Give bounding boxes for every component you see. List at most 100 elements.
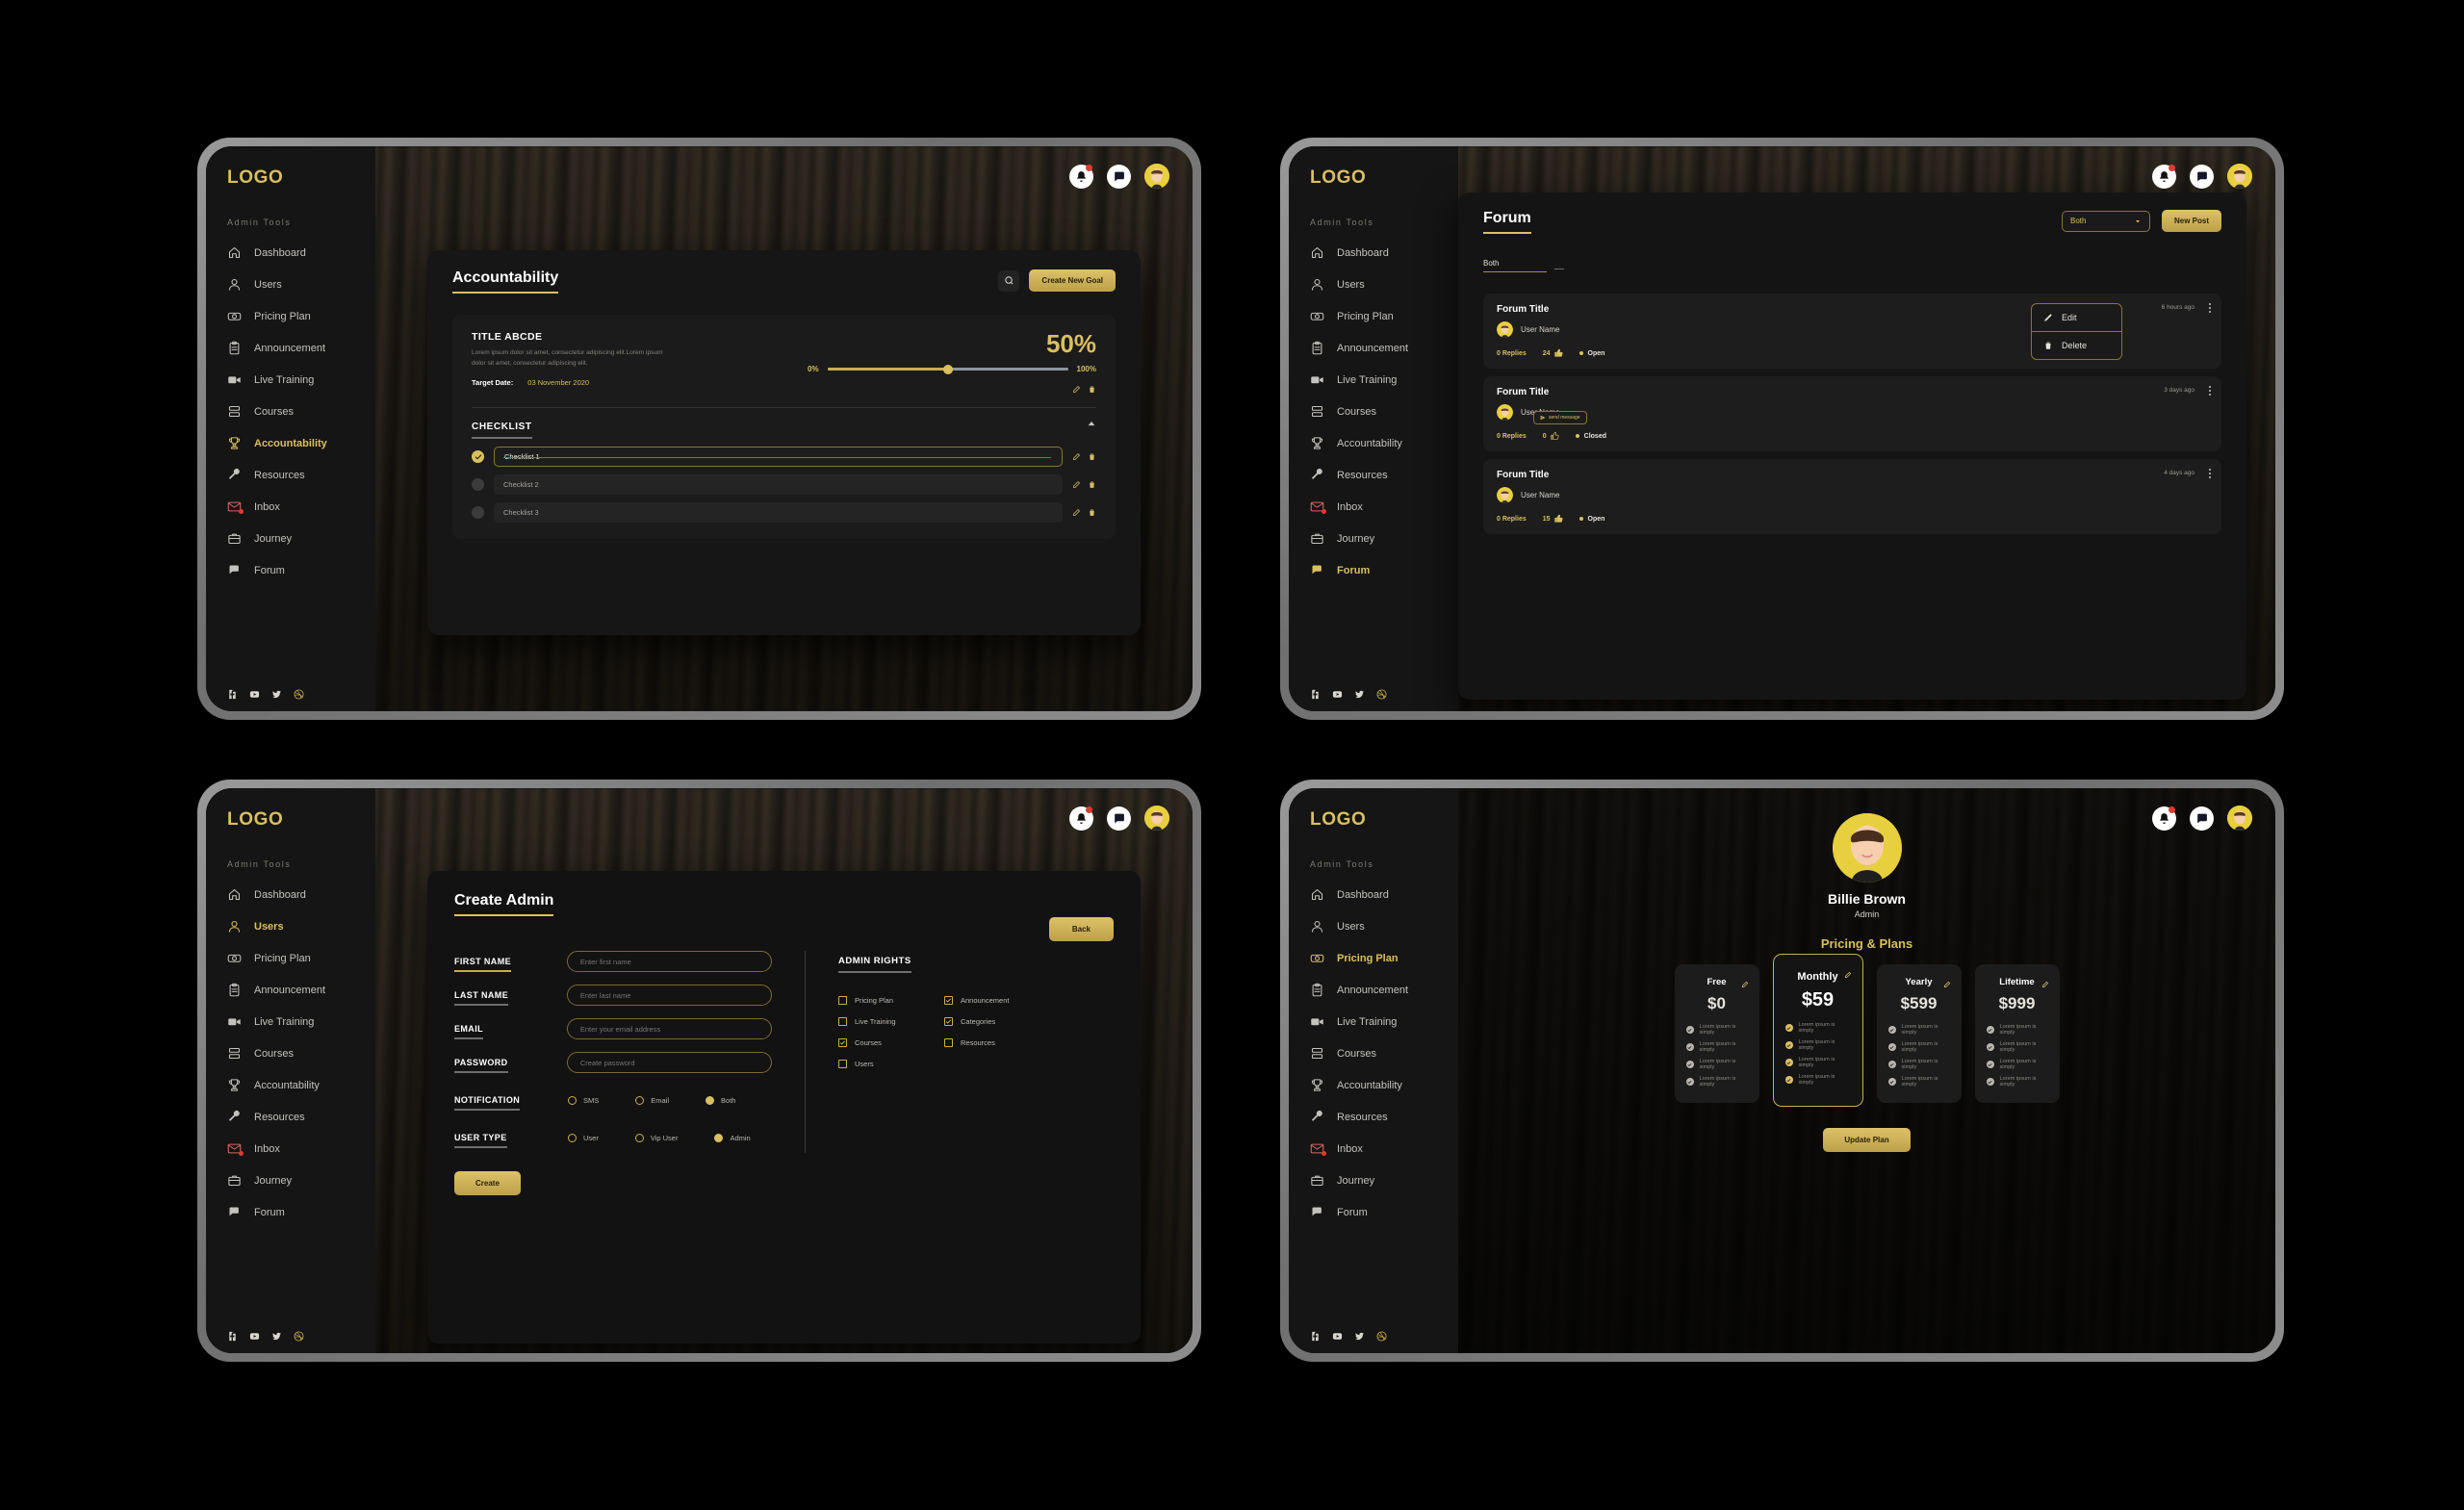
dribbble-icon[interactable] — [1376, 1331, 1387, 1342]
message-icon[interactable] — [1107, 164, 1131, 189]
edit-icon[interactable] — [1741, 976, 1749, 993]
sidebar-item-dashboard[interactable]: Dashboard — [1289, 882, 1458, 908]
profile-avatar[interactable] — [1832, 813, 1902, 883]
sidebar-item-forum[interactable]: Forum — [206, 557, 375, 583]
twitter-icon[interactable] — [271, 1331, 282, 1342]
bell-icon[interactable] — [2152, 806, 2176, 831]
create-button[interactable]: Create — [454, 1171, 521, 1195]
sidebar-item-live-training[interactable]: Live Training — [1289, 1009, 1458, 1035]
password-input[interactable] — [566, 1052, 772, 1073]
progress-slider[interactable]: 0% 100% — [808, 364, 1096, 374]
post-likes[interactable]: 24 — [1543, 348, 1563, 358]
pricing-card-monthly[interactable]: Monthly $59 Lorem ipsum is simply Lorem ips… — [1772, 954, 1863, 1107]
radio-email[interactable]: Email — [635, 1096, 669, 1105]
edit-icon[interactable] — [2041, 976, 2049, 993]
post-menu-button[interactable] — [2209, 386, 2211, 396]
sidebar-item-inbox[interactable]: Inbox — [1289, 1136, 1458, 1162]
sidebar-item-forum[interactable]: Forum — [1289, 1199, 1458, 1225]
edit-icon[interactable] — [1072, 452, 1081, 461]
checklist-input[interactable] — [494, 474, 1063, 495]
checkbox-users[interactable]: Users — [838, 1060, 944, 1068]
pricing-card-yearly[interactable]: Yearly $599 Lorem ipsum is simply Lorem ips… — [1876, 964, 1962, 1103]
sidebar-item-announcement[interactable]: Announcement — [206, 977, 375, 1003]
facebook-icon[interactable] — [1310, 1331, 1321, 1342]
forum-filter-chip[interactable]: Both — [1483, 259, 1547, 272]
forum-post[interactable]: Forum Title 3 days ago send messageUser Na… — [1483, 376, 2221, 451]
sidebar-item-accountability[interactable]: Accountability — [206, 1072, 375, 1098]
sidebar-item-users[interactable]: Users — [1289, 271, 1458, 297]
bell-icon[interactable] — [1069, 806, 1093, 831]
pricing-card-free[interactable]: Free $0 Lorem ipsum is simply Lorem ipsum i… — [1674, 964, 1759, 1103]
checkbox-courses[interactable]: Courses — [838, 1038, 944, 1047]
new-post-button[interactable]: New Post — [2161, 210, 2221, 232]
sidebar-item-users[interactable]: Users — [1289, 913, 1458, 939]
sidebar-item-dashboard[interactable]: Dashboard — [206, 240, 375, 266]
sidebar-item-pricing-plan[interactable]: Pricing Plan — [206, 303, 375, 329]
sidebar-item-resources[interactable]: Resources — [1289, 462, 1458, 488]
youtube-icon[interactable] — [1332, 689, 1343, 700]
edit-icon[interactable] — [1943, 976, 1951, 993]
sidebar-item-pricing-plan[interactable]: Pricing Plan — [1289, 303, 1458, 329]
sidebar-item-journey[interactable]: Journey — [1289, 525, 1458, 551]
sidebar-item-announcement[interactable]: Announcement — [1289, 335, 1458, 361]
sidebar-item-courses[interactable]: Courses — [206, 398, 375, 424]
checklist-input[interactable] — [494, 502, 1063, 523]
delete-icon[interactable] — [1088, 452, 1096, 461]
sidebar-item-live-training[interactable]: Live Training — [206, 367, 375, 393]
post-likes[interactable]: 0 — [1543, 431, 1559, 441]
facebook-icon[interactable] — [1310, 689, 1321, 700]
message-icon[interactable] — [2190, 164, 2214, 189]
sidebar-item-users[interactable]: Users — [206, 913, 375, 939]
logo[interactable]: LOGO — [206, 809, 375, 831]
logo[interactable]: LOGO — [1289, 809, 1458, 831]
sidebar-item-resources[interactable]: Resources — [1289, 1104, 1458, 1130]
sidebar-item-announcement[interactable]: Announcement — [1289, 977, 1458, 1003]
radio-sms[interactable]: SMS — [568, 1096, 599, 1105]
slider-track[interactable] — [827, 364, 1068, 374]
sidebar-item-inbox[interactable]: Inbox — [1289, 494, 1458, 520]
create-new-goal-button[interactable]: Create New Goal — [1029, 269, 1116, 292]
sidebar-item-courses[interactable]: Courses — [206, 1040, 375, 1066]
post-menu-button[interactable] — [2209, 303, 2211, 313]
facebook-icon[interactable] — [227, 1331, 238, 1342]
sidebar-item-inbox[interactable]: Inbox — [206, 494, 375, 520]
edit-icon[interactable] — [1072, 480, 1081, 489]
twitter-icon[interactable] — [1354, 1331, 1365, 1342]
checklist-input[interactable] — [494, 447, 1063, 467]
sidebar-item-journey[interactable]: Journey — [206, 525, 375, 551]
menu-item-edit[interactable]: Edit — [2032, 304, 2121, 332]
radio-vip-user[interactable]: Vip User — [634, 1134, 678, 1142]
menu-item-delete[interactable]: Delete — [2032, 332, 2121, 359]
edit-icon[interactable] — [1072, 385, 1081, 394]
dribbble-icon[interactable] — [1376, 689, 1387, 700]
radio-admin[interactable]: Admin — [714, 1134, 751, 1142]
update-plan-button[interactable]: Update Plan — [1823, 1128, 1911, 1152]
checklist-toggle[interactable] — [472, 450, 484, 463]
sidebar-item-users[interactable]: Users — [206, 271, 375, 297]
search-icon[interactable] — [998, 269, 1020, 292]
dribbble-icon[interactable] — [294, 689, 304, 700]
sidebar-item-dashboard[interactable]: Dashboard — [1289, 240, 1458, 266]
checklist-toggle[interactable] — [472, 506, 484, 519]
delete-icon[interactable] — [1088, 508, 1096, 517]
youtube-icon[interactable] — [249, 1331, 260, 1342]
avatar[interactable] — [2227, 164, 2252, 189]
sidebar-item-accountability[interactable]: Accountability — [1289, 1072, 1458, 1098]
last-name-input[interactable] — [566, 985, 772, 1006]
checkbox-live-training[interactable]: Live Training — [838, 1017, 944, 1026]
bell-icon[interactable] — [1069, 164, 1093, 189]
forum-filter-select[interactable]: Both — [2061, 210, 2150, 232]
pricing-card-lifetime[interactable]: Lifetime $999 Lorem ipsum is simply Lorem i… — [1974, 964, 2060, 1103]
sidebar-item-inbox[interactable]: Inbox — [206, 1136, 375, 1162]
dribbble-icon[interactable] — [294, 1331, 304, 1342]
facebook-icon[interactable] — [227, 689, 238, 700]
sidebar-item-resources[interactable]: Resources — [206, 462, 375, 488]
avatar[interactable] — [1144, 806, 1169, 831]
slider-knob[interactable] — [942, 364, 953, 374]
youtube-icon[interactable] — [249, 689, 260, 700]
sidebar-item-accountability[interactable]: Accountability — [206, 430, 375, 456]
avatar[interactable] — [1144, 164, 1169, 189]
sidebar-item-journey[interactable]: Journey — [1289, 1167, 1458, 1193]
checkbox-resources[interactable]: Resources — [944, 1038, 1050, 1047]
checkbox-announcement[interactable]: Announcement — [944, 996, 1050, 1005]
